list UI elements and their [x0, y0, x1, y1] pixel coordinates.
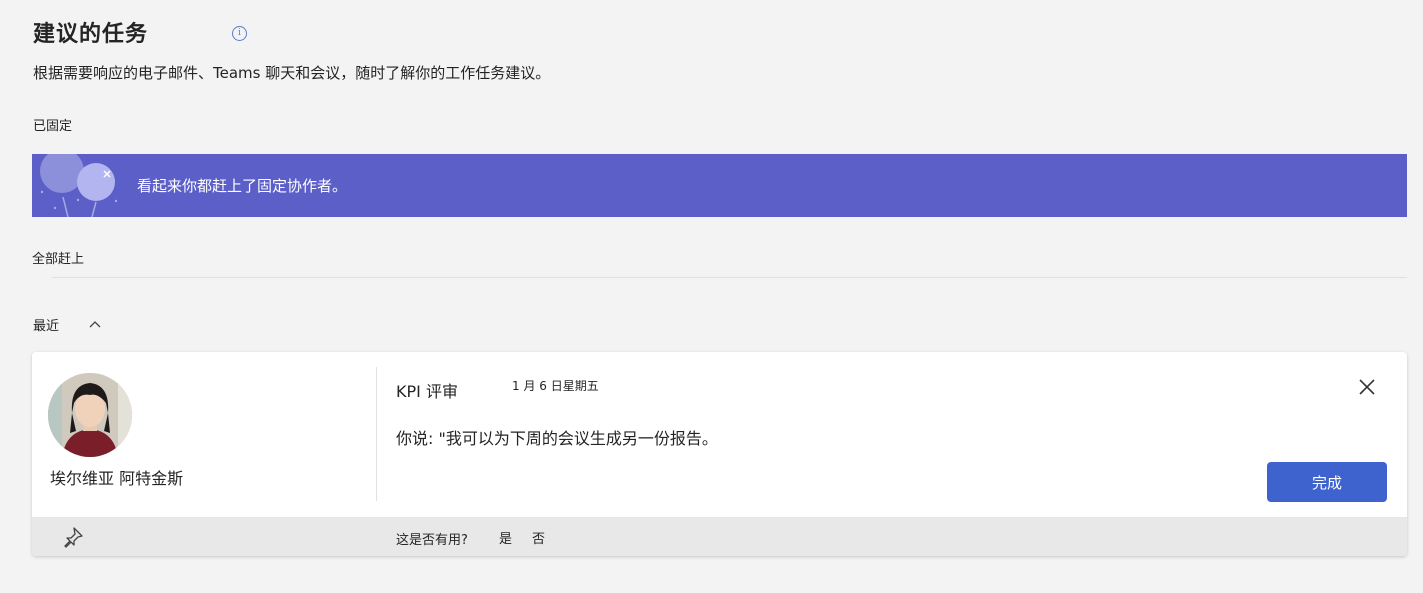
feedback-yes-button[interactable]: 是 — [499, 528, 512, 547]
helpful-question: 这是否有用? — [396, 533, 468, 548]
task-card: 埃尔维亚 阿特金斯 KPI 评审 1 月 6 日星期五 你说: "我可以为下周的… — [32, 352, 1407, 556]
done-button[interactable]: 完成 — [1267, 462, 1387, 502]
section-divider — [52, 277, 1407, 278]
chevron-up-icon[interactable] — [88, 319, 102, 329]
person-name: 埃尔维亚 阿特金斯 — [50, 469, 184, 488]
balloons-illustration — [40, 154, 118, 217]
page-title: 建议的任务 — [33, 22, 149, 47]
pinned-caught-up-banner: 看起来你都赶上了固定协作者。 — [32, 154, 1407, 217]
recent-section-label: 最近 — [33, 319, 60, 334]
card-footer: 这是否有用? 是 否 — [32, 517, 1407, 556]
suggested-tasks-page: 建议的任务 i 根据需要响应的电子邮件、Teams 聊天和会议，随时了解你的工作… — [0, 0, 1423, 593]
task-date: 1 月 6 日星期五 — [512, 379, 599, 393]
pin-icon[interactable] — [62, 526, 84, 548]
close-icon[interactable] — [1356, 376, 1378, 398]
page-subtitle: 根据需要响应的电子邮件、Teams 聊天和会议，随时了解你的工作任务建议。 — [33, 64, 551, 82]
feedback-no-button[interactable]: 否 — [532, 528, 545, 547]
pinned-section-label: 已固定 — [33, 119, 73, 134]
avatar — [48, 373, 132, 457]
info-icon[interactable]: i — [232, 26, 247, 41]
banner-message: 看起来你都赶上了固定协作者。 — [137, 177, 348, 195]
caught-up-section-label: 全部赶上 — [32, 252, 85, 267]
task-description: 你说: "我可以为下周的会议生成另一份报告。 — [396, 429, 718, 448]
card-separator — [376, 367, 377, 501]
task-title: KPI 评审 — [396, 382, 458, 401]
